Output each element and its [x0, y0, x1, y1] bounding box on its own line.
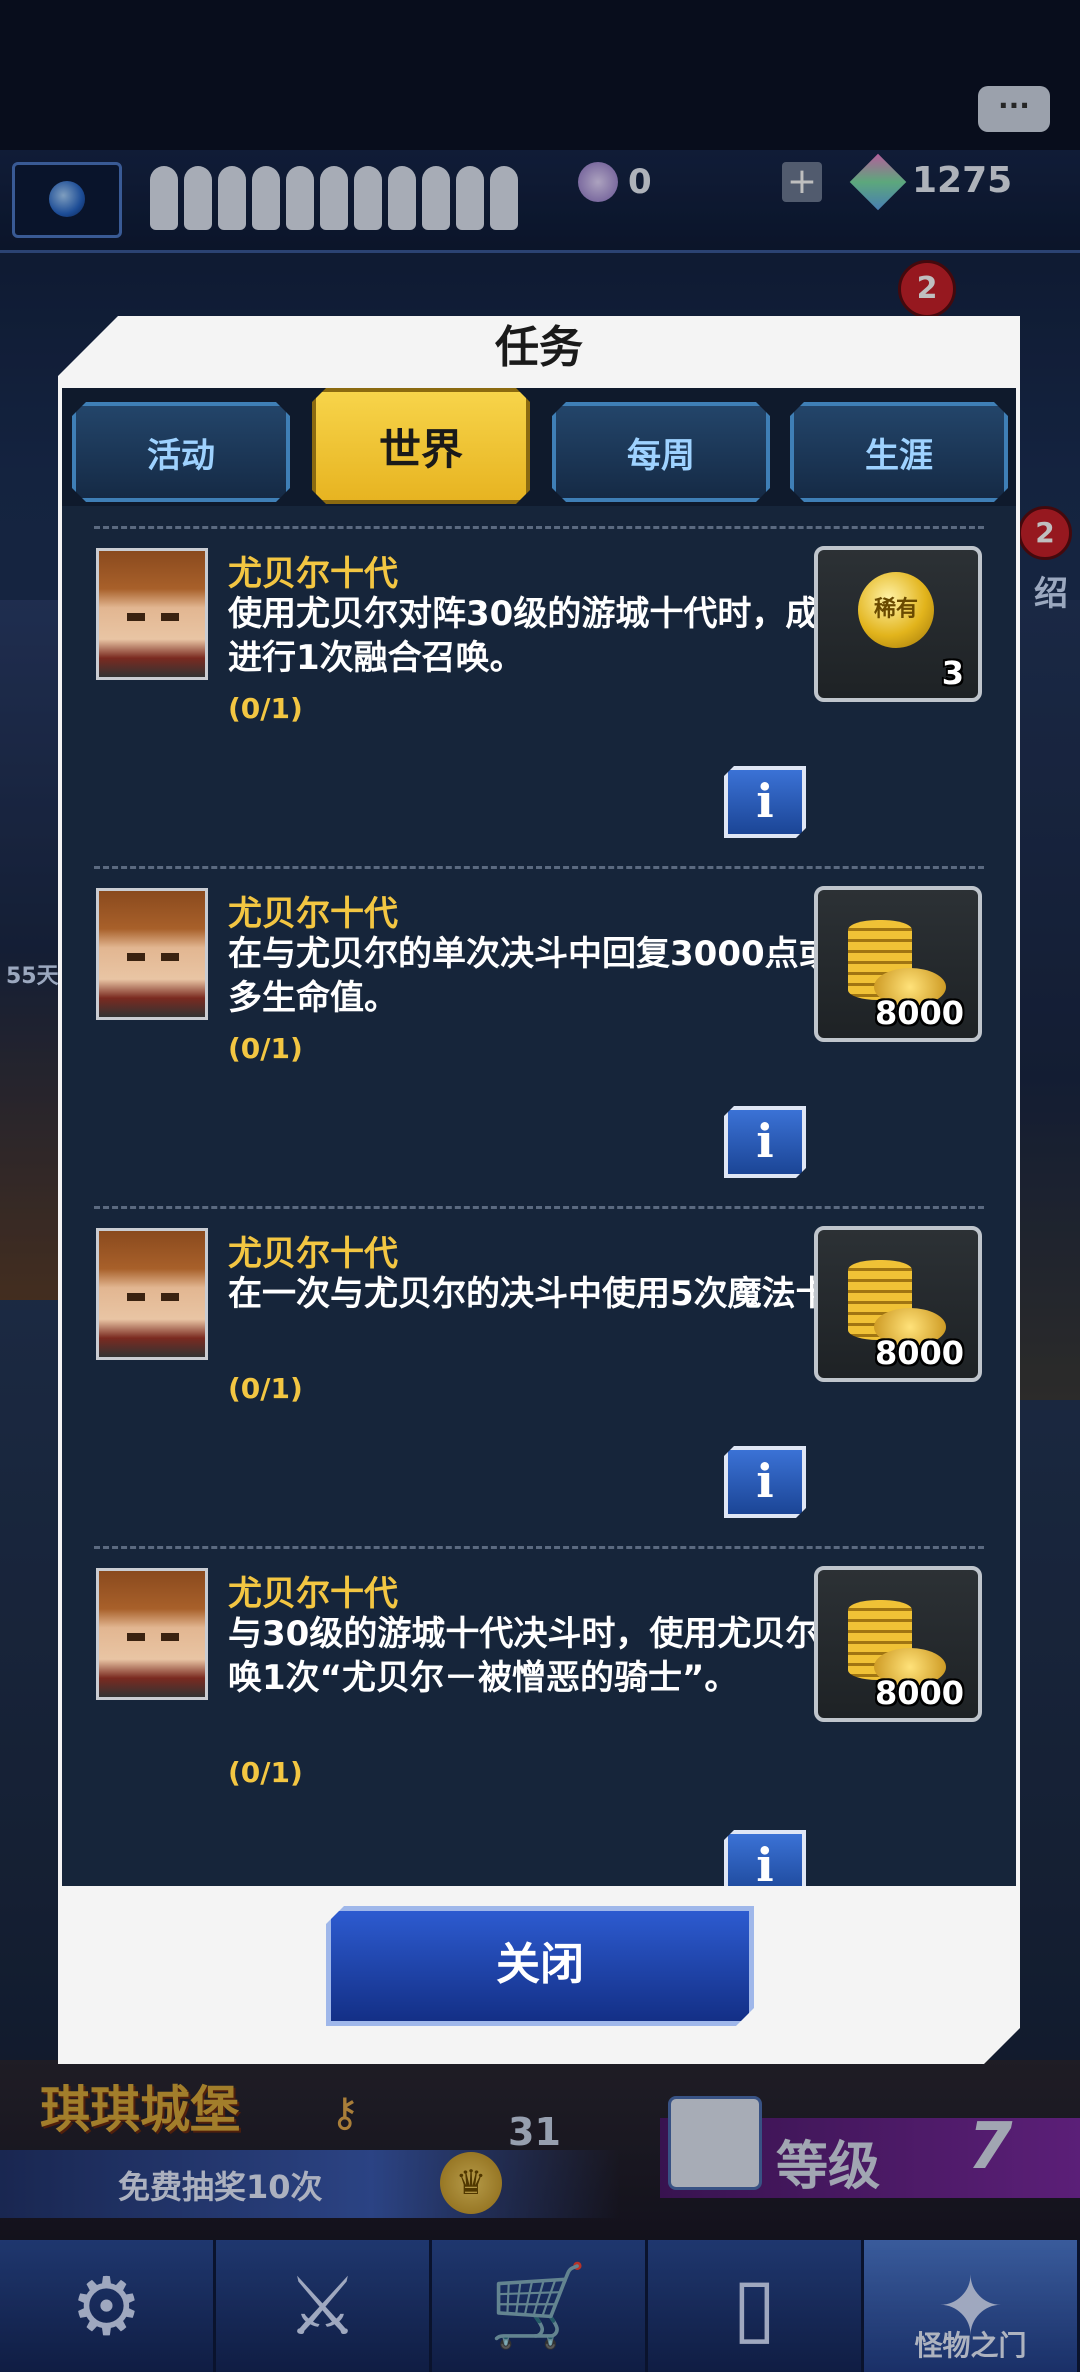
tab-event[interactable]: 活动: [72, 402, 290, 502]
reward-box[interactable]: 稀有 3: [814, 546, 982, 702]
info-button[interactable]: i: [724, 766, 806, 838]
mission-progress: (0/1): [228, 1756, 303, 1789]
tab-weekly[interactable]: 每周: [552, 402, 770, 502]
info-button[interactable]: i: [724, 1106, 806, 1178]
mission-description: 在一次与尤贝尔的决斗中使用5次魔法卡。: [228, 1274, 864, 1314]
info-button[interactable]: i: [724, 1446, 806, 1518]
close-button[interactable]: 关闭: [326, 1906, 754, 2026]
mission-list[interactable]: 尤贝尔十代 使用尤贝尔对阵30级的游城十代时，成功进行1次融合召唤。 (0/1)…: [62, 506, 1016, 1886]
character-avatar: [96, 1228, 208, 1360]
mission-description: 使用尤贝尔对阵30级的游城十代时，成功进行1次融合召唤。: [228, 594, 854, 678]
mission-tabs: 活动 世界 每周 生涯: [62, 388, 1016, 506]
mission-description: 在与尤贝尔的单次决斗中回复3000点或更多生命值。: [228, 934, 867, 1018]
divider: [94, 866, 984, 869]
mission-item: 尤贝尔十代 在与尤贝尔的单次决斗中回复3000点或更多生命值。 (0/1) 80…: [62, 866, 1016, 1206]
reward-quantity: 3: [941, 654, 964, 692]
divider: [94, 1206, 984, 1209]
reward-quantity: 8000: [874, 1674, 964, 1712]
mission-character-name: 尤贝尔十代: [228, 1574, 398, 1614]
reward-box[interactable]: 8000: [814, 1226, 982, 1382]
mission-description: 与30级的游城十代决斗时，使用尤贝尔召唤1次“尤贝尔－被憎恶的骑士”。: [228, 1614, 854, 1698]
mission-item: 尤贝尔十代 与30级的游城十代决斗时，使用尤贝尔召唤1次“尤贝尔－被憎恶的骑士”…: [62, 1546, 1016, 1886]
dialog-title: 任务: [495, 322, 583, 373]
mission-character-name: 尤贝尔十代: [228, 894, 398, 934]
rare-medal-icon: 稀有: [858, 572, 934, 648]
character-avatar: [96, 888, 208, 1020]
info-button[interactable]: i: [724, 1830, 806, 1886]
mission-item: 尤贝尔十代 使用尤贝尔对阵30级的游城十代时，成功进行1次融合召唤。 (0/1)…: [62, 526, 1016, 866]
character-avatar: [96, 1568, 208, 1700]
tab-career[interactable]: 生涯: [790, 402, 1008, 502]
divider: [94, 526, 984, 529]
mission-progress: (0/1): [228, 692, 303, 725]
missions-dialog: 任务 活动 世界 每周 生涯 尤贝尔十代 使用尤贝尔对阵30级的游城十代时，成功…: [58, 316, 1020, 2064]
character-avatar: [96, 548, 208, 680]
tab-world[interactable]: 世界: [312, 388, 530, 504]
mission-progress: (0/1): [228, 1372, 303, 1405]
reward-box[interactable]: 8000: [814, 886, 982, 1042]
divider: [94, 1546, 984, 1549]
mission-progress: (0/1): [228, 1032, 303, 1065]
mission-item: 尤贝尔十代 在一次与尤贝尔的决斗中使用5次魔法卡。 (0/1) 8000 i: [62, 1206, 1016, 1546]
reward-quantity: 8000: [874, 1334, 964, 1372]
mission-character-name: 尤贝尔十代: [228, 1234, 398, 1274]
reward-quantity: 8000: [874, 994, 964, 1032]
mission-character-name: 尤贝尔十代: [228, 554, 398, 594]
reward-box[interactable]: 8000: [814, 1566, 982, 1722]
